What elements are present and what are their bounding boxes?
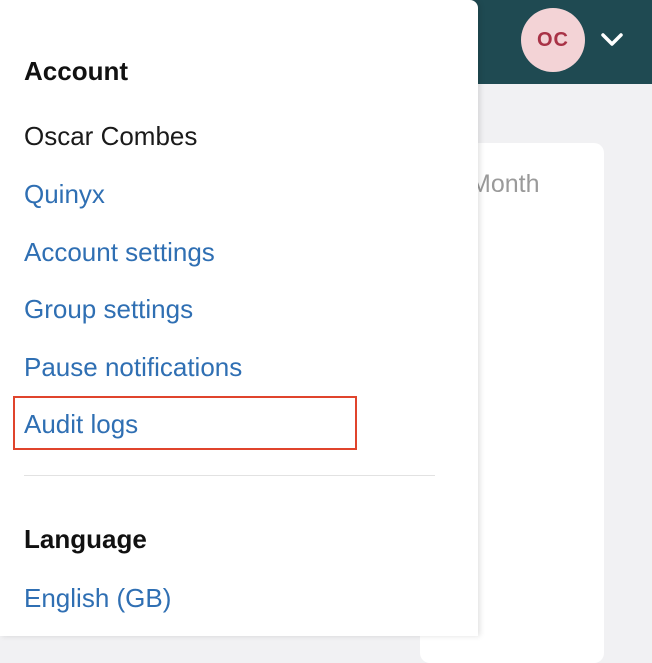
account-menu-panel: Account Oscar Combes Quinyx Account sett… [0, 0, 478, 636]
user-name: Oscar Combes [24, 121, 198, 151]
period-label-month[interactable]: Month [470, 170, 539, 199]
menu-divider [24, 475, 435, 476]
language-selector[interactable]: English (GB) [24, 582, 171, 614]
menu-item-pause-notifications[interactable]: Pause notifications [24, 351, 242, 383]
account-heading: Account [24, 56, 128, 86]
user-avatar[interactable]: OC [521, 8, 585, 72]
chevron-down-icon[interactable] [598, 28, 626, 52]
language-heading: Language [24, 524, 147, 554]
menu-item-group-settings[interactable]: Group settings [24, 293, 193, 325]
menu-item-audit-logs[interactable]: Audit logs [24, 408, 138, 440]
avatar-initials: OC [537, 28, 569, 51]
menu-item-quinyx[interactable]: Quinyx [24, 178, 105, 210]
menu-item-account-settings[interactable]: Account settings [24, 236, 215, 268]
